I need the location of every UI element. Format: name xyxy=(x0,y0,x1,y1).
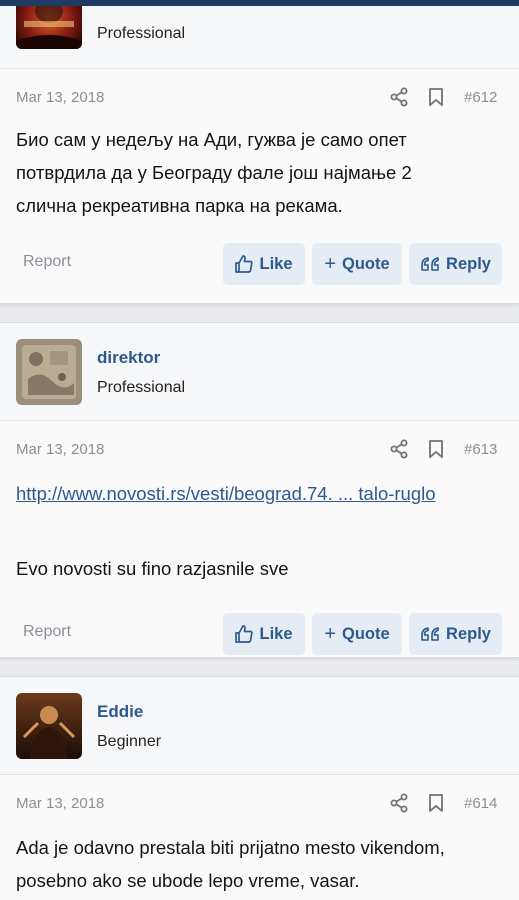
reply-quote-icon xyxy=(421,257,439,271)
post-date[interactable]: Mar 13, 2018 xyxy=(16,441,104,458)
share-icon[interactable] xyxy=(390,439,408,459)
post-actions: Report Like + Quote Reply xyxy=(0,601,519,671)
user-title: Professional xyxy=(97,25,186,42)
reply-button[interactable]: Reply xyxy=(409,613,502,655)
avatar[interactable] xyxy=(16,0,82,49)
post-line: Evo novosti su fino razjasnile sve xyxy=(16,558,289,579)
post-line: Био сам у недељу на Ади, гужва је само о… xyxy=(16,129,407,150)
quote-label: Quote xyxy=(342,254,390,273)
like-button[interactable]: Like xyxy=(223,613,305,655)
post-612: Professional Mar 13, 2018 #612 Био сам у… xyxy=(0,0,519,304)
user-title: Professional xyxy=(97,379,186,396)
bookmark-icon[interactable] xyxy=(428,440,444,458)
avatar[interactable] xyxy=(16,339,82,405)
post-613: direktor Professional Mar 13, 2018 #613 … xyxy=(0,322,519,658)
share-icon[interactable] xyxy=(390,793,408,813)
like-label: Like xyxy=(259,254,293,273)
like-label: Like xyxy=(259,624,293,643)
quote-button[interactable]: + Quote xyxy=(312,243,402,285)
username[interactable]: direktor xyxy=(97,348,160,368)
username[interactable]: Eddie xyxy=(97,702,143,722)
plus-icon: + xyxy=(324,252,336,275)
post-line: posebno ako se ubode lepo vreme, vasar. xyxy=(16,870,360,891)
quote-button[interactable]: + Quote xyxy=(312,613,402,655)
reply-label: Reply xyxy=(446,254,491,273)
reply-button[interactable]: Reply xyxy=(409,243,502,285)
post-date[interactable]: Mar 13, 2018 xyxy=(16,795,104,812)
post-line: потврдила да у Београду фале још најмање… xyxy=(16,162,412,183)
post-body: http://www.novosti.rs/vesti/beograd.74. … xyxy=(0,471,519,601)
bookmark-icon[interactable] xyxy=(428,794,444,812)
quote-label: Quote xyxy=(342,624,390,643)
post-number[interactable]: #614 xyxy=(464,795,497,812)
bookmark-icon[interactable] xyxy=(428,88,444,106)
user-row: Professional xyxy=(0,0,519,69)
news-link[interactable]: http://www.novosti.rs/vesti/beograd.74. … xyxy=(16,477,503,510)
post-body: Био сам у недељу на Ади, гужва је само о… xyxy=(0,119,519,231)
top-bar xyxy=(0,0,519,6)
report-link[interactable]: Report xyxy=(23,253,71,271)
post-meta: Mar 13, 2018 #612 xyxy=(0,69,519,119)
post-line: Ada je odavno prestala biti prijatno mes… xyxy=(16,837,445,858)
post-614: Eddie Beginner Mar 13, 2018 #614 Ada je … xyxy=(0,676,519,900)
user-row: direktor Professional xyxy=(0,323,519,421)
report-link[interactable]: Report xyxy=(23,623,71,641)
user-title: Beginner xyxy=(97,733,162,750)
reply-quote-icon xyxy=(421,627,439,641)
post-number[interactable]: #613 xyxy=(464,441,497,458)
post-body: Ada je odavno prestala biti prijatno mes… xyxy=(0,825,519,897)
avatar[interactable] xyxy=(16,693,82,759)
thumbs-up-icon xyxy=(235,255,254,273)
post-number[interactable]: #612 xyxy=(464,89,497,106)
like-button[interactable]: Like xyxy=(223,243,305,285)
share-icon[interactable] xyxy=(390,87,408,107)
post-meta: Mar 13, 2018 #614 xyxy=(0,775,519,825)
post-line: слична рекреативна парка на рекама. xyxy=(16,195,343,216)
thumbs-up-icon xyxy=(235,625,254,643)
post-meta: Mar 13, 2018 #613 xyxy=(0,421,519,471)
post-actions: Report Like + Quote Reply xyxy=(0,231,519,301)
reply-label: Reply xyxy=(446,624,491,643)
plus-icon: + xyxy=(324,622,336,645)
post-date[interactable]: Mar 13, 2018 xyxy=(16,89,104,106)
user-row: Eddie Beginner xyxy=(0,677,519,775)
